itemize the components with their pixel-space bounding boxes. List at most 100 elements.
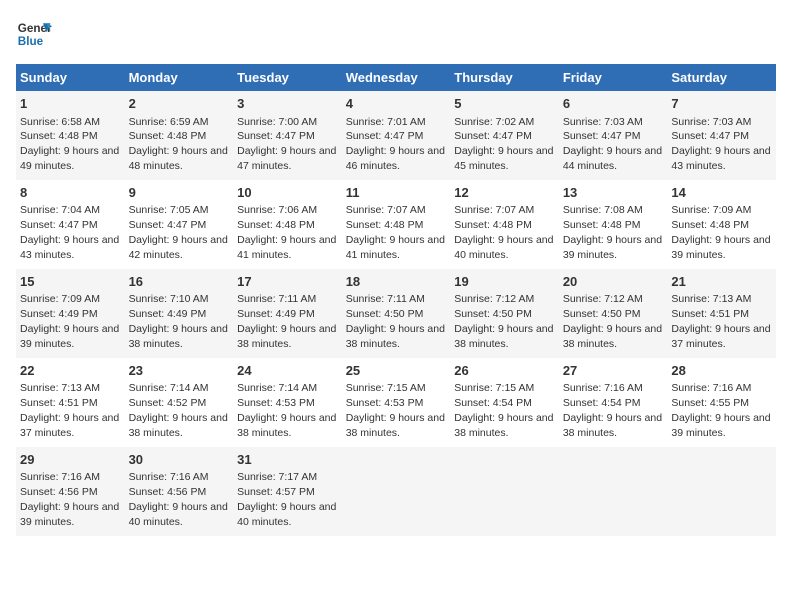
day-number: 4 [346, 95, 447, 113]
calendar-cell: 22 Sunrise: 7:13 AMSunset: 4:51 PMDaylig… [16, 358, 125, 447]
calendar-cell: 1 Sunrise: 6:58 AMSunset: 4:48 PMDayligh… [16, 91, 125, 180]
day-info: Sunrise: 7:06 AMSunset: 4:48 PMDaylight:… [237, 204, 336, 261]
day-info: Sunrise: 7:01 AMSunset: 4:47 PMDaylight:… [346, 116, 445, 173]
day-info: Sunrise: 7:13 AMSunset: 4:51 PMDaylight:… [20, 382, 119, 439]
day-info: Sunrise: 7:05 AMSunset: 4:47 PMDaylight:… [129, 204, 228, 261]
page-header: General Blue [16, 16, 776, 52]
calendar-cell: 15 Sunrise: 7:09 AMSunset: 4:49 PMDaylig… [16, 269, 125, 358]
day-number: 24 [237, 362, 338, 380]
header-sunday: Sunday [16, 64, 125, 91]
day-number: 26 [454, 362, 555, 380]
calendar-cell: 2 Sunrise: 6:59 AMSunset: 4:48 PMDayligh… [125, 91, 234, 180]
day-number: 18 [346, 273, 447, 291]
day-info: Sunrise: 7:02 AMSunset: 4:47 PMDaylight:… [454, 116, 553, 173]
calendar-cell: 8 Sunrise: 7:04 AMSunset: 4:47 PMDayligh… [16, 180, 125, 269]
day-number: 20 [563, 273, 664, 291]
day-number: 28 [671, 362, 772, 380]
header-friday: Friday [559, 64, 668, 91]
calendar-header-row: SundayMondayTuesdayWednesdayThursdayFrid… [16, 64, 776, 91]
day-number: 30 [129, 451, 230, 469]
calendar-table: SundayMondayTuesdayWednesdayThursdayFrid… [16, 64, 776, 536]
calendar-cell: 16 Sunrise: 7:10 AMSunset: 4:49 PMDaylig… [125, 269, 234, 358]
day-info: Sunrise: 7:03 AMSunset: 4:47 PMDaylight:… [671, 116, 770, 173]
week-row-1: 1 Sunrise: 6:58 AMSunset: 4:48 PMDayligh… [16, 91, 776, 180]
day-number: 3 [237, 95, 338, 113]
day-number: 31 [237, 451, 338, 469]
day-info: Sunrise: 7:07 AMSunset: 4:48 PMDaylight:… [346, 204, 445, 261]
calendar-cell: 30 Sunrise: 7:16 AMSunset: 4:56 PMDaylig… [125, 447, 234, 536]
day-number: 7 [671, 95, 772, 113]
day-number: 13 [563, 184, 664, 202]
week-row-3: 15 Sunrise: 7:09 AMSunset: 4:49 PMDaylig… [16, 269, 776, 358]
calendar-cell: 23 Sunrise: 7:14 AMSunset: 4:52 PMDaylig… [125, 358, 234, 447]
day-number: 6 [563, 95, 664, 113]
day-number: 12 [454, 184, 555, 202]
day-number: 21 [671, 273, 772, 291]
day-info: Sunrise: 7:16 AMSunset: 4:54 PMDaylight:… [563, 382, 662, 439]
day-info: Sunrise: 7:16 AMSunset: 4:56 PMDaylight:… [129, 471, 228, 528]
week-row-2: 8 Sunrise: 7:04 AMSunset: 4:47 PMDayligh… [16, 180, 776, 269]
calendar-cell: 18 Sunrise: 7:11 AMSunset: 4:50 PMDaylig… [342, 269, 451, 358]
day-info: Sunrise: 7:00 AMSunset: 4:47 PMDaylight:… [237, 116, 336, 173]
calendar-cell: 14 Sunrise: 7:09 AMSunset: 4:48 PMDaylig… [667, 180, 776, 269]
calendar-cell: 13 Sunrise: 7:08 AMSunset: 4:48 PMDaylig… [559, 180, 668, 269]
week-row-5: 29 Sunrise: 7:16 AMSunset: 4:56 PMDaylig… [16, 447, 776, 536]
week-row-4: 22 Sunrise: 7:13 AMSunset: 4:51 PMDaylig… [16, 358, 776, 447]
day-info: Sunrise: 7:16 AMSunset: 4:55 PMDaylight:… [671, 382, 770, 439]
calendar-cell: 24 Sunrise: 7:14 AMSunset: 4:53 PMDaylig… [233, 358, 342, 447]
day-number: 19 [454, 273, 555, 291]
day-number: 29 [20, 451, 121, 469]
calendar-cell [450, 447, 559, 536]
calendar-cell: 31 Sunrise: 7:17 AMSunset: 4:57 PMDaylig… [233, 447, 342, 536]
header-tuesday: Tuesday [233, 64, 342, 91]
calendar-cell [667, 447, 776, 536]
day-number: 8 [20, 184, 121, 202]
day-info: Sunrise: 6:58 AMSunset: 4:48 PMDaylight:… [20, 116, 119, 173]
header-wednesday: Wednesday [342, 64, 451, 91]
day-info: Sunrise: 7:11 AMSunset: 4:49 PMDaylight:… [237, 293, 336, 350]
calendar-cell: 21 Sunrise: 7:13 AMSunset: 4:51 PMDaylig… [667, 269, 776, 358]
day-info: Sunrise: 7:14 AMSunset: 4:52 PMDaylight:… [129, 382, 228, 439]
day-number: 10 [237, 184, 338, 202]
calendar-cell: 27 Sunrise: 7:16 AMSunset: 4:54 PMDaylig… [559, 358, 668, 447]
calendar-cell: 9 Sunrise: 7:05 AMSunset: 4:47 PMDayligh… [125, 180, 234, 269]
day-info: Sunrise: 7:08 AMSunset: 4:48 PMDaylight:… [563, 204, 662, 261]
calendar-cell: 29 Sunrise: 7:16 AMSunset: 4:56 PMDaylig… [16, 447, 125, 536]
day-number: 25 [346, 362, 447, 380]
day-number: 11 [346, 184, 447, 202]
day-info: Sunrise: 7:13 AMSunset: 4:51 PMDaylight:… [671, 293, 770, 350]
day-info: Sunrise: 7:09 AMSunset: 4:48 PMDaylight:… [671, 204, 770, 261]
day-number: 17 [237, 273, 338, 291]
day-info: Sunrise: 7:07 AMSunset: 4:48 PMDaylight:… [454, 204, 553, 261]
calendar-cell: 28 Sunrise: 7:16 AMSunset: 4:55 PMDaylig… [667, 358, 776, 447]
calendar-cell: 4 Sunrise: 7:01 AMSunset: 4:47 PMDayligh… [342, 91, 451, 180]
day-info: Sunrise: 7:15 AMSunset: 4:53 PMDaylight:… [346, 382, 445, 439]
day-number: 16 [129, 273, 230, 291]
calendar-cell: 19 Sunrise: 7:12 AMSunset: 4:50 PMDaylig… [450, 269, 559, 358]
day-info: Sunrise: 6:59 AMSunset: 4:48 PMDaylight:… [129, 116, 228, 173]
header-thursday: Thursday [450, 64, 559, 91]
calendar-cell: 3 Sunrise: 7:00 AMSunset: 4:47 PMDayligh… [233, 91, 342, 180]
calendar-cell: 10 Sunrise: 7:06 AMSunset: 4:48 PMDaylig… [233, 180, 342, 269]
day-number: 9 [129, 184, 230, 202]
calendar-cell [559, 447, 668, 536]
logo-icon: General Blue [16, 16, 52, 52]
calendar-cell: 6 Sunrise: 7:03 AMSunset: 4:47 PMDayligh… [559, 91, 668, 180]
calendar-cell: 5 Sunrise: 7:02 AMSunset: 4:47 PMDayligh… [450, 91, 559, 180]
day-info: Sunrise: 7:04 AMSunset: 4:47 PMDaylight:… [20, 204, 119, 261]
day-number: 15 [20, 273, 121, 291]
day-number: 27 [563, 362, 664, 380]
calendar-cell [342, 447, 451, 536]
day-number: 1 [20, 95, 121, 113]
day-info: Sunrise: 7:11 AMSunset: 4:50 PMDaylight:… [346, 293, 445, 350]
calendar-cell: 7 Sunrise: 7:03 AMSunset: 4:47 PMDayligh… [667, 91, 776, 180]
header-saturday: Saturday [667, 64, 776, 91]
calendar-cell: 11 Sunrise: 7:07 AMSunset: 4:48 PMDaylig… [342, 180, 451, 269]
day-info: Sunrise: 7:09 AMSunset: 4:49 PMDaylight:… [20, 293, 119, 350]
calendar-cell: 17 Sunrise: 7:11 AMSunset: 4:49 PMDaylig… [233, 269, 342, 358]
day-number: 14 [671, 184, 772, 202]
day-number: 22 [20, 362, 121, 380]
day-number: 23 [129, 362, 230, 380]
day-info: Sunrise: 7:16 AMSunset: 4:56 PMDaylight:… [20, 471, 119, 528]
day-info: Sunrise: 7:03 AMSunset: 4:47 PMDaylight:… [563, 116, 662, 173]
